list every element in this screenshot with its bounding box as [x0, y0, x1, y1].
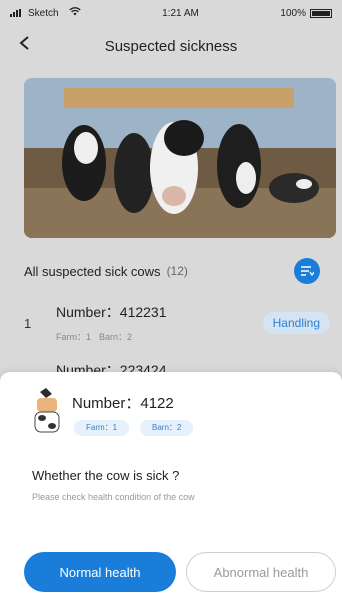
status-bar: Sketch 1:21 AM 100% — [0, 0, 342, 26]
item-barn: Barn：2 — [99, 332, 133, 342]
health-check-sheet: Number：4122 Farm：1 Barn：2 Whether the co… — [0, 372, 342, 610]
battery-percent: 100% — [280, 7, 306, 19]
farm-tag: Farm：1 — [74, 420, 130, 436]
sick-question: Whether the cow is sick ? — [32, 468, 180, 483]
abnormal-health-button[interactable]: Abnormal health — [186, 552, 336, 592]
nav-bar: Suspected sickness — [0, 28, 342, 64]
status-badge: Handling — [262, 312, 330, 334]
signal-icon — [10, 9, 24, 17]
filter-button[interactable] — [294, 258, 320, 284]
list-title: All suspected sick cows — [24, 263, 161, 279]
battery-icon — [309, 8, 332, 18]
clock: 1:21 AM — [162, 7, 199, 19]
status-left: Sketch — [10, 7, 81, 19]
list-count: (12) — [166, 264, 188, 278]
barn-tag: Barn：2 — [140, 420, 194, 436]
carrier-name: Sketch — [28, 7, 59, 19]
normal-health-button[interactable]: Normal health — [24, 552, 176, 592]
chevron-left-icon[interactable] — [18, 36, 32, 50]
wifi-icon — [68, 7, 81, 19]
sick-hint: Please check health condition of the cow — [32, 492, 195, 502]
list-header: All suspected sick cows (12) — [24, 256, 330, 286]
item-meta: Farm：1 Barn：2 — [56, 330, 132, 343]
item-number: Number：412231 — [56, 304, 167, 320]
item-farm: Farm：1 — [56, 332, 92, 342]
list-item[interactable]: 1 Number：412231 Farm：1 Barn：2 Handling — [24, 298, 330, 354]
cow-number: Number：4122 — [72, 395, 174, 412]
cow-avatar-icon — [34, 388, 60, 433]
cows-photo — [24, 78, 336, 238]
page-title: Suspected sickness — [104, 37, 238, 55]
item-index: 1 — [24, 316, 32, 331]
battery-indicator: 100% — [280, 8, 332, 19]
filter-list-icon — [301, 266, 314, 277]
